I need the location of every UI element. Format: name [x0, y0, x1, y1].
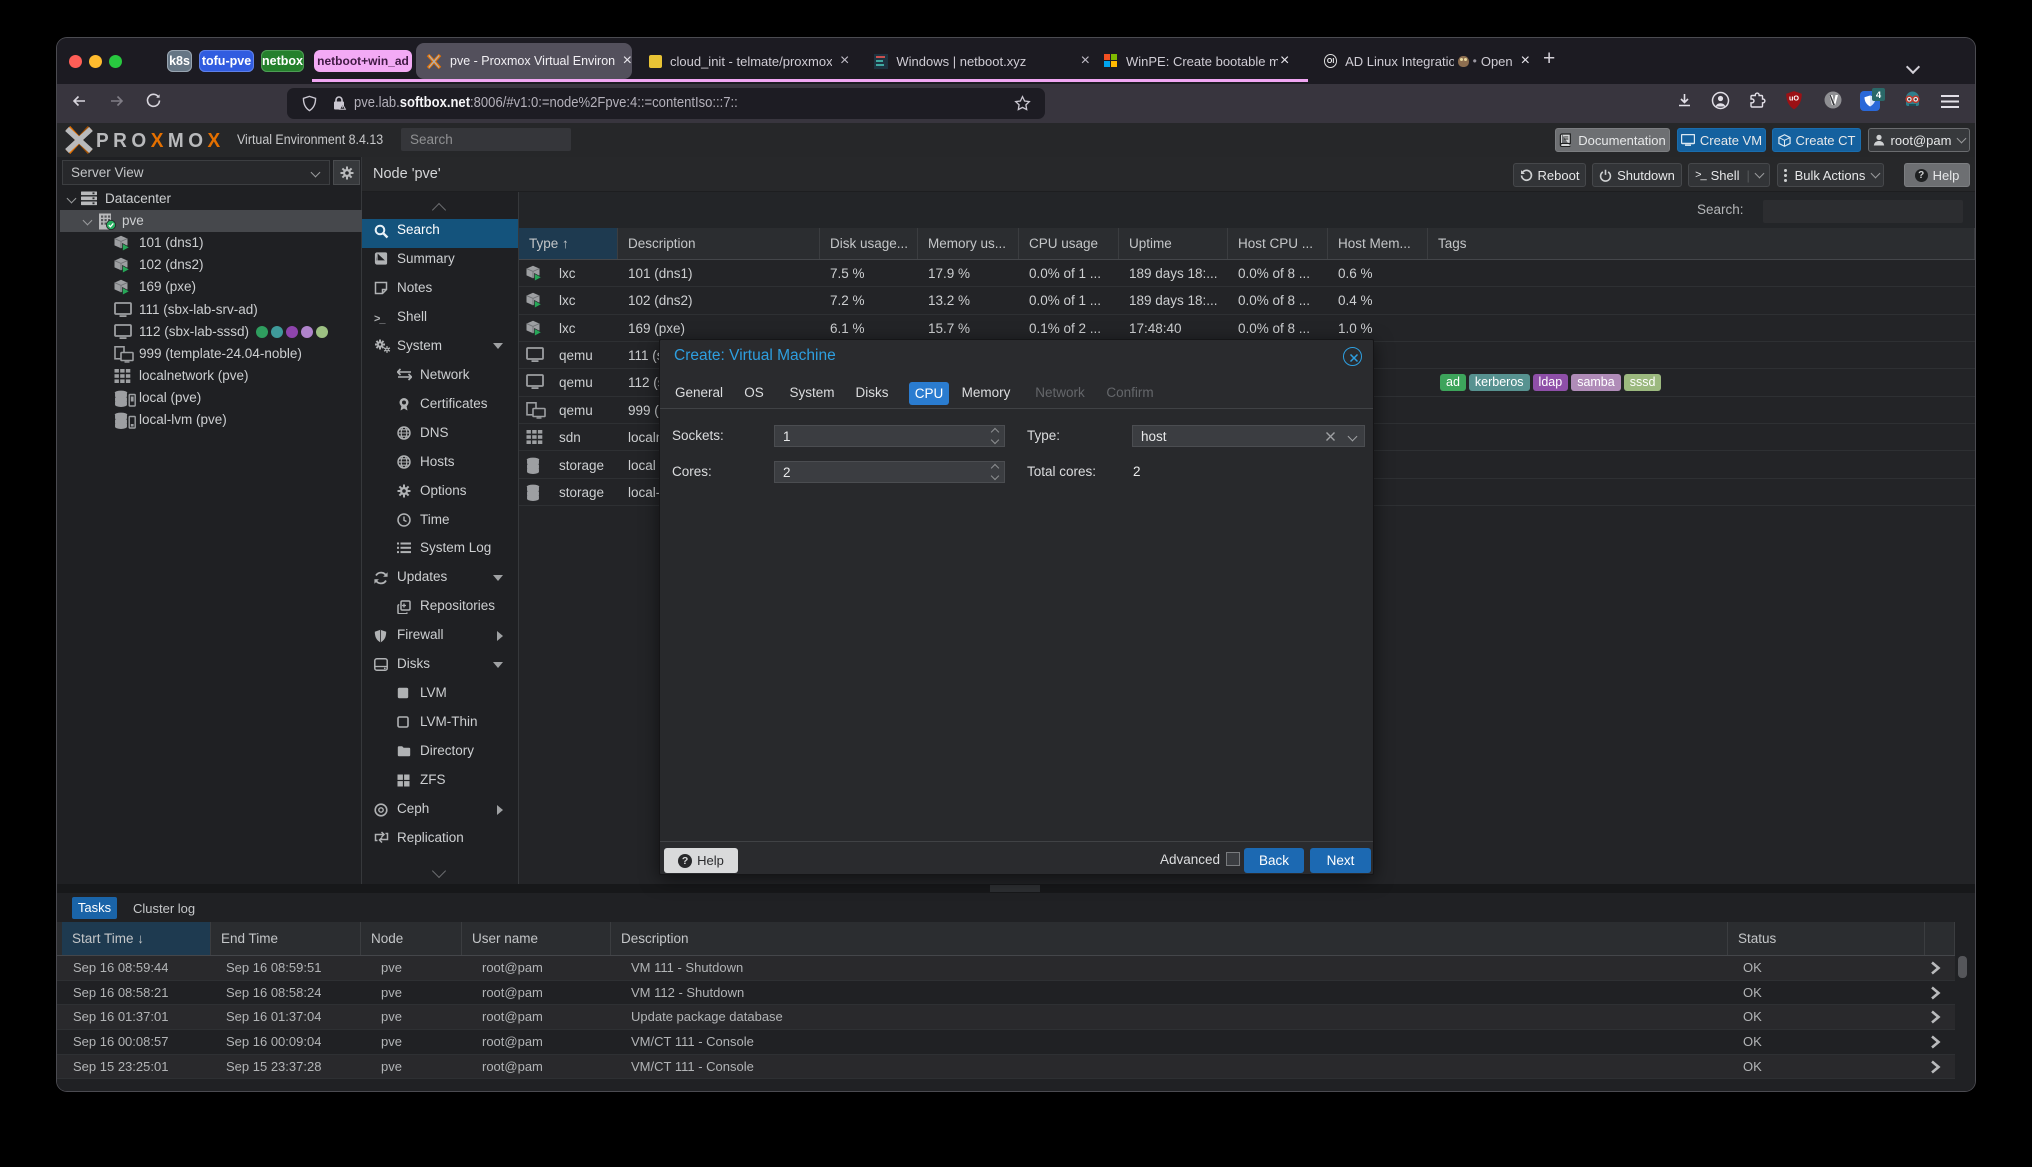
svg-text:uO: uO: [1789, 94, 1799, 103]
svg-text:4: 4: [1876, 90, 1882, 101]
